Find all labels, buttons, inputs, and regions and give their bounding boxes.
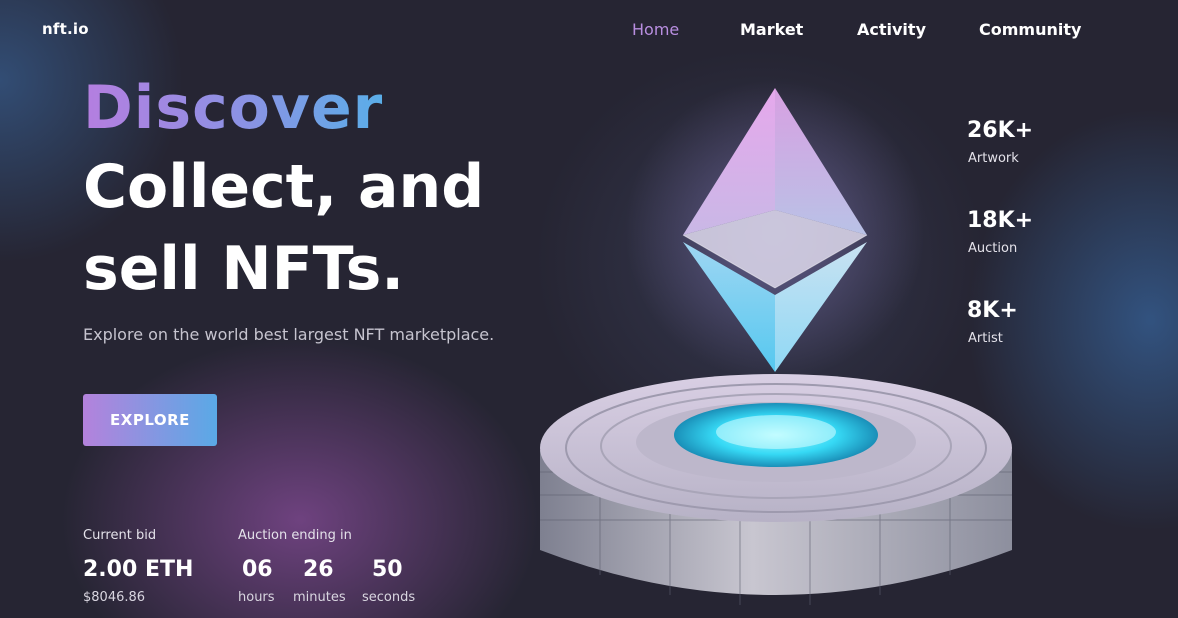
stat-artist-label: Artist (968, 331, 1003, 346)
stat-artwork-value: 26K+ (967, 118, 1034, 143)
stat-artwork-label: Artwork (968, 151, 1019, 166)
current-bid-label: Current bid (83, 528, 157, 543)
current-bid-value: 2.00 ETH (83, 557, 194, 582)
countdown-hours-value: 06 (242, 557, 273, 582)
landing-page: nft.io Home Market Activity Community Di… (0, 0, 1178, 618)
nav-item-community[interactable]: Community (979, 20, 1081, 39)
hero-headline-line2: sell NFTs. (83, 234, 405, 304)
current-bid-usd: $8046.86 (83, 590, 146, 605)
nav-item-home[interactable]: Home (632, 20, 679, 39)
hero-headline-accent: Discover (83, 73, 384, 143)
countdown-seconds-unit: seconds (362, 590, 416, 605)
countdown-minutes-value: 26 (303, 557, 334, 582)
countdown-minutes-unit: minutes (293, 590, 346, 605)
stat-auction-label: Auction (968, 241, 1018, 256)
stat-artist-value: 8K+ (967, 298, 1018, 323)
countdown-hours-unit: hours (238, 590, 275, 605)
top-nav: Home Market Activity Community (0, 20, 1178, 44)
hero-subtitle: Explore on the world best largest NFT ma… (83, 325, 495, 344)
ethereum-icon (540, 80, 1012, 605)
countdown-seconds-value: 50 (372, 557, 403, 582)
explore-button[interactable]: EXPLORE (83, 394, 217, 446)
nav-item-market[interactable]: Market (740, 20, 803, 39)
stat-auction-value: 18K+ (967, 208, 1034, 233)
auction-ending-label: Auction ending in (238, 528, 352, 543)
nav-item-activity[interactable]: Activity (857, 20, 926, 39)
hero-headline-line1: Collect, and (83, 152, 485, 222)
ethereum-artwork (530, 80, 1030, 618)
